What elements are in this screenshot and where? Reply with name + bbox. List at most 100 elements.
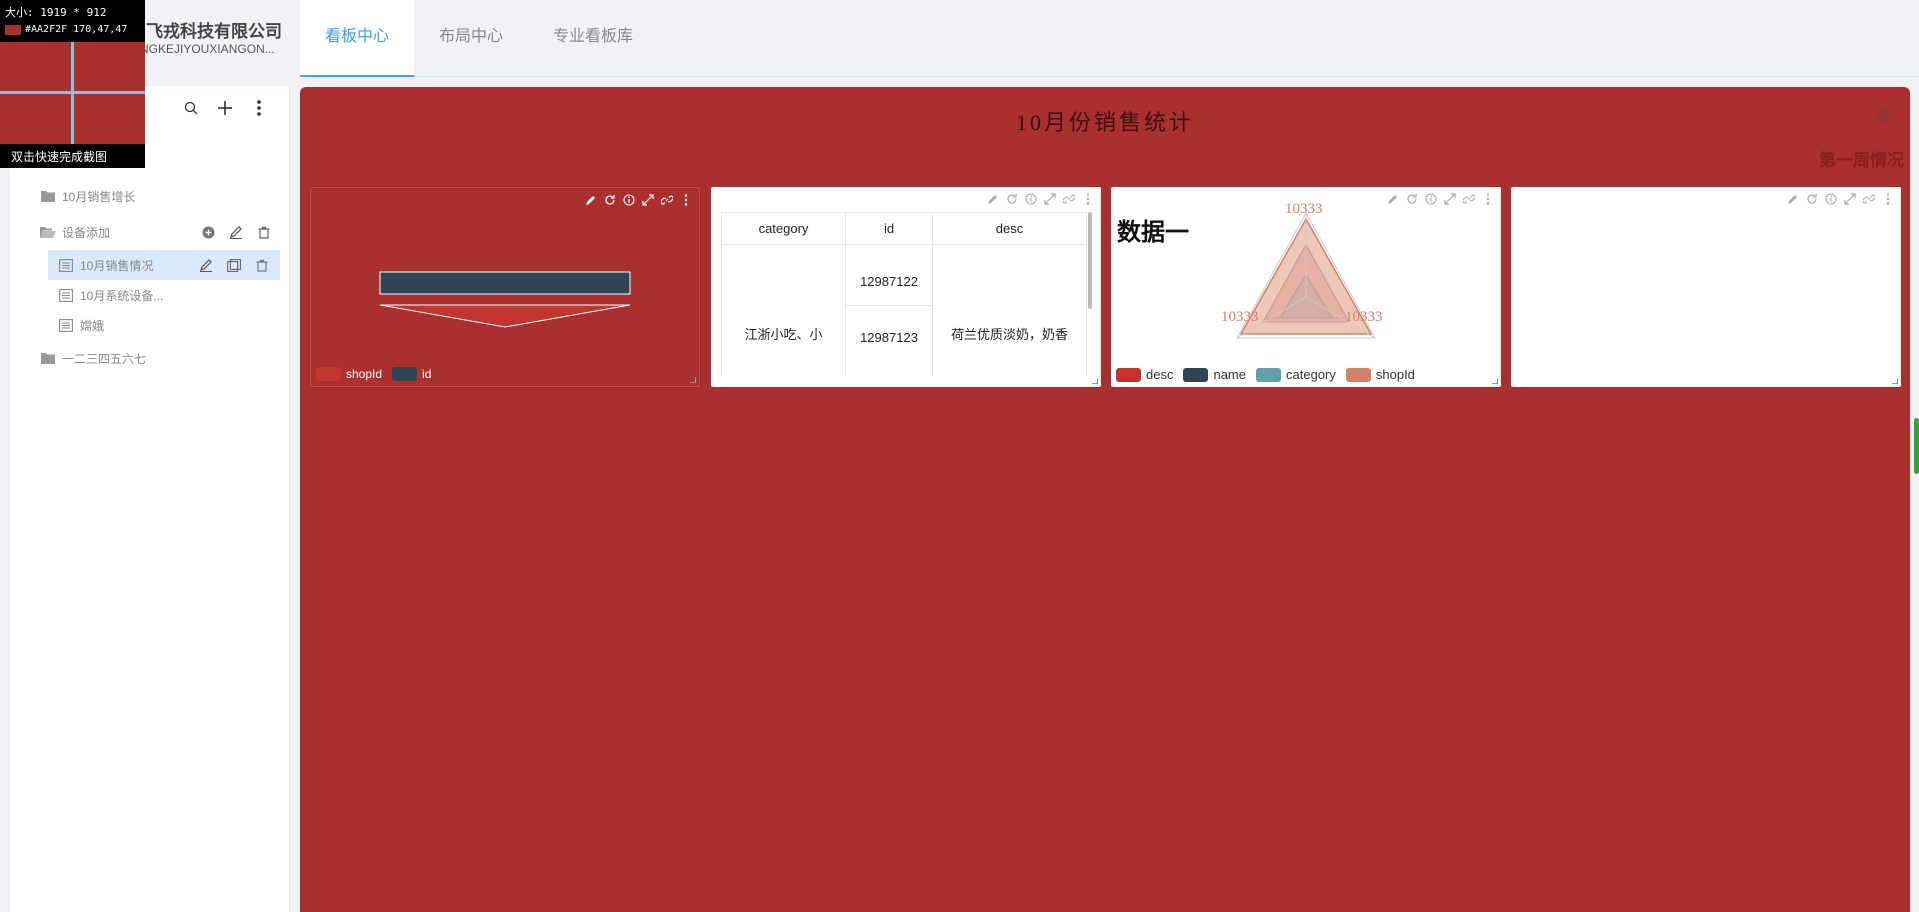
legend-label: shopId: [1375, 367, 1415, 382]
tree-board-label: 10月系统设备...: [80, 288, 164, 303]
expand-icon[interactable]: [1843, 192, 1857, 206]
legend-label: name: [1213, 367, 1246, 382]
tab-layout-center[interactable]: 布局中心: [414, 0, 528, 77]
resize-handle[interactable]: [1892, 378, 1898, 384]
tree-board-label: 10月销售情况: [80, 258, 154, 273]
dashboard-board: 10月份销售统计 第一周情况 shopId id category id des…: [300, 87, 1910, 912]
legend-item[interactable]: shopId: [1345, 367, 1415, 382]
tree-folder-label: 一二三四五六七: [62, 351, 147, 366]
board-tree: 10月销售增长 设备添加 10月销售情况 10月系统设备... 嫦娥 一二三四五…: [10, 178, 290, 376]
refresh-icon[interactable]: [1805, 192, 1819, 206]
column-header[interactable]: id: [845, 212, 933, 245]
gear-icon[interactable]: [1874, 107, 1892, 125]
radar-value-label: 10333: [1345, 309, 1383, 325]
sidebar: 10月销售增长 设备添加 10月销售情况 10月系统设备... 嫦娥 一二三四五…: [10, 86, 290, 912]
chart-card-funnel[interactable]: shopId id: [310, 187, 700, 387]
capture-hint: 双击快速完成截图: [11, 150, 108, 164]
tree-folder[interactable]: 一二三四五六七: [10, 340, 290, 376]
board-actions: [198, 250, 270, 280]
table-scrollbar[interactable]: [1088, 212, 1092, 309]
resize-handle[interactable]: [1492, 378, 1498, 384]
legend-label: desc: [1146, 367, 1174, 382]
tree-folder-open[interactable]: 设备添加: [10, 214, 290, 250]
edit-icon[interactable]: [228, 224, 244, 240]
tree-board-item[interactable]: 10月销售情况: [48, 250, 280, 280]
legend-item[interactable]: desc: [1116, 367, 1173, 382]
delete-icon[interactable]: [256, 224, 272, 240]
folder-open-icon: [40, 225, 56, 239]
card-toolbar: [1786, 192, 1895, 206]
folder-icon: [40, 189, 56, 203]
copy-icon[interactable]: [226, 257, 242, 273]
table-cell: 江浙小吃、小: [721, 244, 846, 377]
tab-pro-board-library[interactable]: 专业看板库: [528, 0, 658, 77]
legend-swatch: [1116, 367, 1141, 382]
legend-swatch: [1345, 367, 1371, 382]
main-tabs: 看板中心 布局中心 专业看板库: [300, 0, 658, 77]
empty-card[interactable]: [1511, 187, 1901, 387]
table-row: 江浙小吃、小 12987122 荷兰优质淡奶，奶香: [721, 244, 1087, 377]
tree-folder[interactable]: 10月销售增长: [10, 178, 290, 214]
legend-item[interactable]: shopId: [316, 367, 382, 381]
legend-item[interactable]: name: [1183, 367, 1246, 382]
search-icon[interactable]: [181, 98, 201, 118]
delete-icon[interactable]: [254, 257, 270, 273]
company-pinyin: NGKEJIYOUXIANGON...: [140, 42, 275, 56]
legend-label: category: [1286, 367, 1336, 382]
board-subtitle: 第一周情况: [1819, 151, 1904, 170]
more-vertical-icon[interactable]: [1881, 192, 1895, 206]
capture-size-readout: 大小: 1919 * 912: [5, 6, 107, 19]
page-scrollbar[interactable]: [1914, 418, 1919, 474]
tree-folder-label: 10月销售增长: [62, 189, 136, 204]
edit-icon[interactable]: [1786, 192, 1800, 206]
table-cell: 荷兰优质淡奶，奶香: [932, 244, 1087, 377]
funnel-segment-shopid: [379, 304, 631, 328]
edit-icon[interactable]: [198, 257, 214, 273]
crosshair-horizontal: [0, 91, 145, 94]
table-cell: 12987122: [845, 244, 933, 306]
company-name: 飞戎科技有限公司: [146, 22, 282, 41]
color-swatch: [5, 24, 21, 35]
folder-icon: [40, 351, 56, 365]
table-card[interactable]: category id desc 江浙小吃、小 12987122 荷兰优质淡奶，…: [711, 187, 1101, 387]
chart-card-radar[interactable]: 数据一 10333 10333 10333 desc name category…: [1111, 187, 1501, 387]
capture-tool-overlay: 大小: 1919 * 912 #AA2F2F 170,47,47 双击快速完成截…: [0, 0, 145, 168]
legend-label: id: [422, 367, 432, 381]
radar-value-label: 10333: [1221, 309, 1259, 325]
board-icon: [58, 288, 74, 302]
board-icon: [58, 258, 74, 272]
legend-item[interactable]: category: [1256, 367, 1336, 382]
resize-handle[interactable]: [690, 377, 696, 383]
table-header-row: category id desc: [721, 212, 1087, 245]
funnel-segment-id: [379, 271, 631, 295]
board-title: 10月份销售统计: [1015, 110, 1194, 135]
legend-swatch: [1256, 367, 1281, 382]
column-header[interactable]: desc: [932, 212, 1087, 245]
data-table: category id desc 江浙小吃、小 12987122 荷兰优质淡奶，…: [721, 212, 1087, 377]
info-icon[interactable]: [1824, 192, 1838, 206]
resize-handle[interactable]: [1092, 378, 1098, 384]
capture-color-readout: #AA2F2F 170,47,47: [5, 24, 127, 35]
tree-board-item[interactable]: 10月系统设备...: [10, 280, 290, 310]
add-icon[interactable]: [215, 98, 235, 118]
legend-swatch: [1183, 367, 1209, 382]
legend-item[interactable]: id: [392, 367, 431, 381]
add-circle-icon[interactable]: [200, 224, 216, 240]
column-header[interactable]: category: [721, 212, 846, 245]
radar-value-label: 10333: [1285, 201, 1323, 217]
board-icon: [58, 318, 74, 332]
link-icon[interactable]: [1862, 192, 1876, 206]
top-header: 飞戎科技有限公司 NGKEJIYOUXIANGON... 看板中心 布局中心 专…: [0, 0, 1919, 77]
folder-actions: [200, 214, 272, 250]
capture-color-text: #AA2F2F 170,47,47: [25, 24, 128, 35]
capture-magnifier: [0, 42, 145, 144]
table-cell: 12987123: [845, 305, 933, 377]
funnel-chart: [379, 271, 631, 328]
chart-legend: shopId id: [316, 367, 431, 381]
more-vertical-icon[interactable]: [249, 98, 269, 118]
sidebar-toolbar: [181, 98, 269, 118]
tab-board-center[interactable]: 看板中心: [300, 0, 415, 77]
tree-board-item[interactable]: 嫦娥: [10, 310, 290, 340]
table-viewport[interactable]: category id desc 江浙小吃、小 12987122 荷兰优质淡奶，…: [711, 187, 1101, 377]
tree-board-label: 嫦娥: [80, 318, 105, 333]
